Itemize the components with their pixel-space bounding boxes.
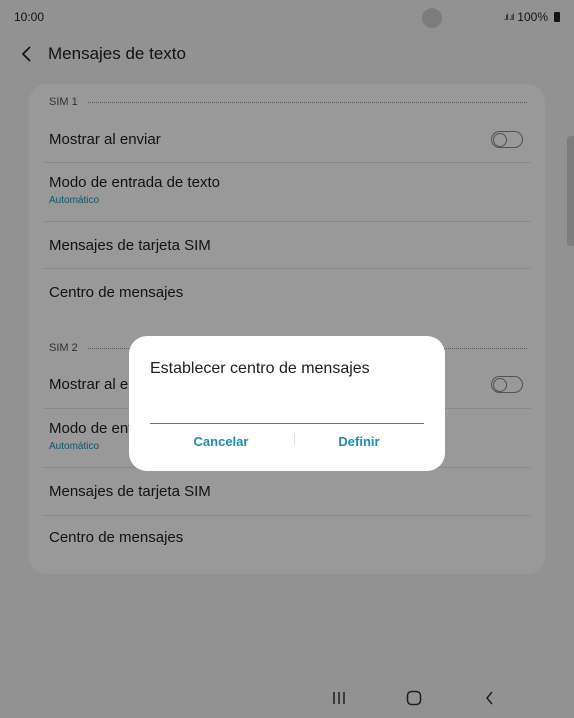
cancel-button[interactable]: Cancelar <box>156 428 286 454</box>
message-center-input[interactable] <box>150 398 424 424</box>
define-button[interactable]: Definir <box>294 428 424 454</box>
set-message-center-dialog: Establecer centro de mensajes Cancelar D… <box>129 336 445 471</box>
dialog-title: Establecer centro de mensajes <box>150 360 370 377</box>
